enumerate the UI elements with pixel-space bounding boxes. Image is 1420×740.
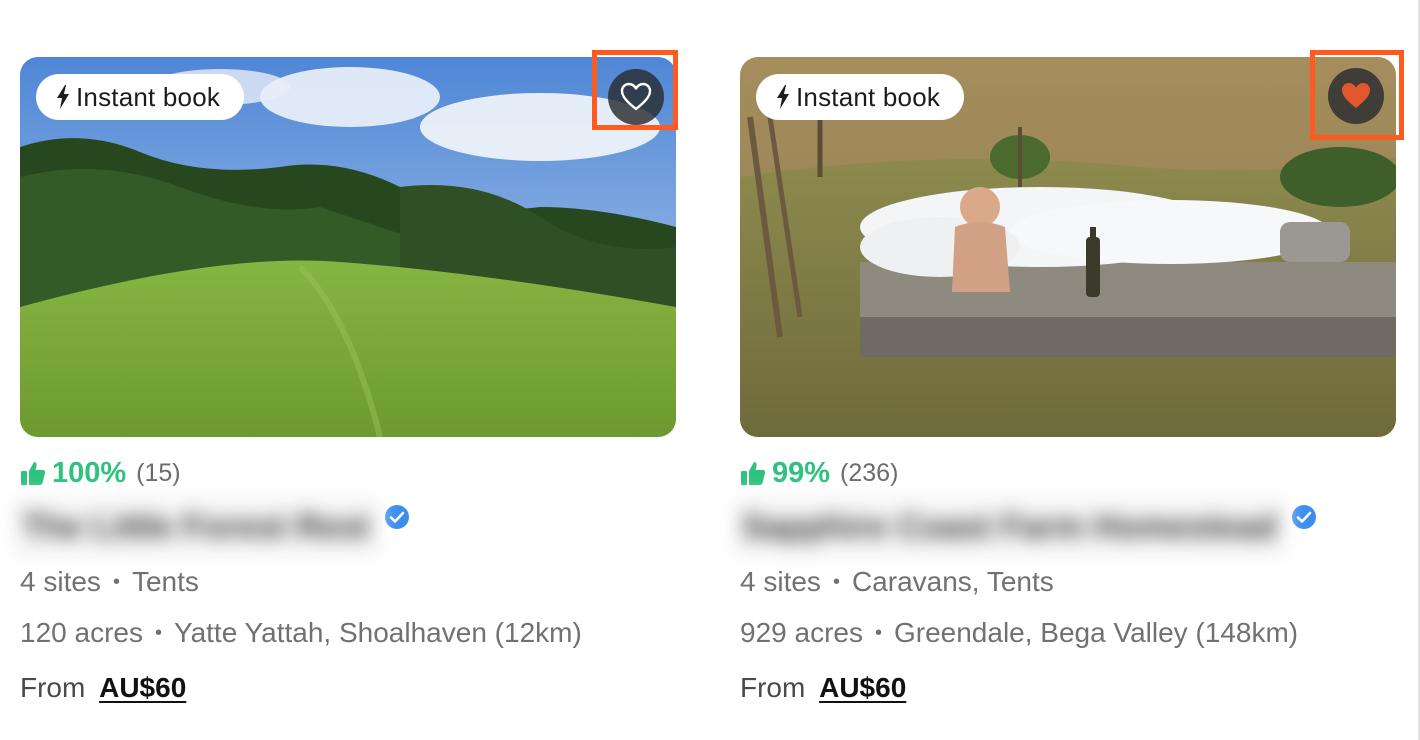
price-link[interactable]: AU$60 — [99, 672, 186, 703]
acreage: 929 acres — [740, 617, 863, 648]
listing-name-row[interactable]: Sapphire Coast Farm Homestead — [732, 496, 1317, 558]
thumbs-up-icon — [21, 462, 46, 485]
price-row: From AU$60 — [20, 672, 186, 704]
listing-name[interactable]: The Little Forest Rest — [12, 496, 380, 558]
separator-dot: • — [112, 570, 120, 593]
rating-count: (236) — [840, 458, 899, 487]
verified-check-icon — [1291, 505, 1316, 529]
rating-percent: 100% — [52, 456, 127, 489]
listing-card[interactable]: Instant book 99% (236) Sapphire Coast Fa… — [732, 0, 1404, 740]
heart-outline-icon — [620, 82, 652, 111]
instant-book-label: Instant book — [796, 81, 941, 112]
thumbs-up-icon — [741, 462, 766, 485]
heart-filled-icon — [1342, 83, 1370, 108]
sites-count: 4 sites — [20, 566, 101, 597]
listing-location-row: 929 acres • Greendale, Bega Valley (148k… — [740, 617, 1298, 649]
listing-card[interactable]: Instant book 100% (15) The Little Forest… — [12, 0, 680, 740]
sites-count: 4 sites — [740, 566, 821, 597]
price-prefix: From — [740, 672, 806, 703]
verified-check-icon — [384, 505, 409, 529]
listing-name[interactable]: Sapphire Coast Farm Homestead — [732, 496, 1287, 558]
rating: 100% (15) — [20, 455, 181, 491]
listing-location-row: 120 acres • Yatte Yattah, Shoalhaven (12… — [20, 617, 582, 649]
lightning-bolt-icon — [57, 85, 69, 109]
listing-grid: Instant book 100% (15) The Little Forest… — [0, 0, 1420, 740]
instant-book-label: Instant book — [76, 81, 221, 112]
price-prefix: From — [20, 672, 86, 703]
location: Greendale, Bega Valley (148km) — [893, 617, 1299, 648]
acreage: 120 acres — [20, 617, 143, 648]
favourite-button[interactable] — [1328, 68, 1384, 124]
instant-book-badge: Instant book — [756, 74, 965, 120]
location: Yatte Yattah, Shoalhaven (12km) — [173, 617, 582, 648]
separator-dot: • — [154, 621, 162, 644]
listing-sites-row: 4 sites • Tents — [20, 566, 199, 598]
separator-dot: • — [874, 621, 882, 644]
lightning-bolt-icon — [777, 85, 789, 109]
price-row: From AU$60 — [740, 672, 906, 704]
rating: 99% (236) — [740, 455, 898, 491]
listing-name-row[interactable]: The Little Forest Rest — [12, 496, 410, 558]
instant-book-badge: Instant book — [36, 74, 245, 120]
site-types: Caravans, Tents — [851, 566, 1054, 597]
site-types: Tents — [131, 566, 199, 597]
rating-count: (15) — [136, 458, 181, 487]
favourite-button[interactable] — [608, 69, 664, 125]
rating-percent: 99% — [772, 456, 831, 489]
price-link[interactable]: AU$60 — [819, 672, 906, 703]
listing-sites-row: 4 sites • Caravans, Tents — [740, 566, 1054, 598]
separator-dot: • — [832, 570, 840, 593]
